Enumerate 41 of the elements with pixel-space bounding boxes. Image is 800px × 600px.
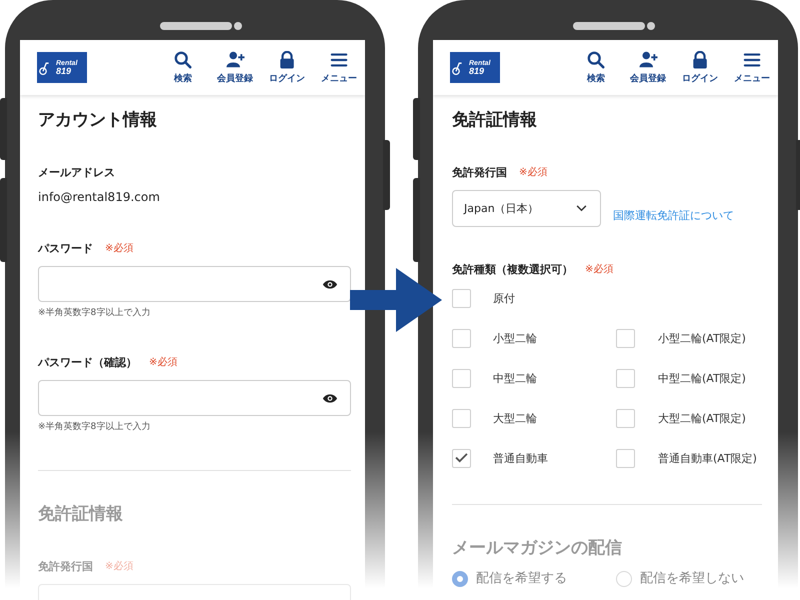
required-mark: ※必須: [519, 166, 548, 180]
field-label: メールアドレス: [38, 165, 115, 181]
nav-login-button[interactable]: ログイン: [261, 50, 313, 84]
field-label: 免許種類（複数選択可）: [452, 262, 573, 278]
nav-search-button[interactable]: 検索: [157, 50, 209, 84]
checkbox-label: 普通自動車(AT限定): [658, 450, 757, 466]
section-title: 免許証情報: [38, 503, 124, 526]
field-label: パスワード（確認）: [38, 355, 137, 371]
nav-login-button[interactable]: ログイン: [674, 50, 726, 84]
email-value: info@rental819.com: [38, 189, 161, 206]
checkbox-label: 大型二輪(AT限定): [658, 410, 746, 426]
nav-menu-button[interactable]: メニュー: [726, 50, 778, 84]
checkbox-label: 原付: [493, 290, 515, 306]
field-hint: ※半角英数字8字以上で入力: [38, 306, 152, 320]
checkbox-label: 普通自動車: [493, 450, 548, 466]
nav-menu-button[interactable]: メニュー: [313, 50, 365, 84]
checkbox-label: 中型二輪(AT限定): [658, 370, 746, 386]
required-mark: ※必須: [149, 356, 178, 370]
nav-register-button[interactable]: 会員登録: [209, 50, 261, 84]
field-label: 免許発行国: [452, 165, 507, 181]
section-title: 免許証情報: [452, 109, 538, 132]
checkbox-label: 大型二輪: [493, 410, 537, 426]
radio-label: 配信を希望しない: [640, 571, 744, 587]
required-mark: ※必須: [105, 242, 134, 256]
field-label: 免許発行国: [38, 559, 93, 575]
logo-text: 819: [56, 66, 72, 76]
checkbox-label: 小型二輪: [493, 330, 537, 346]
field-hint: ※半角英数字8字以上で入力: [38, 420, 152, 434]
checkbox-label: 中型二輪: [493, 370, 537, 386]
radio-label: 配信を希望する: [476, 571, 567, 587]
country-select[interactable]: Japan（日本）: [452, 190, 601, 227]
license-info-link[interactable]: 国際運転免許証について: [613, 208, 734, 223]
logo-text: 819: [469, 66, 486, 76]
nav-search-button[interactable]: 検索: [570, 50, 622, 84]
section-title: メールマガジンの配信: [452, 537, 623, 560]
checkbox-label: 小型二輪(AT限定): [658, 330, 746, 346]
required-mark: ※必須: [585, 262, 614, 277]
nav-register-button[interactable]: 会員登録: [622, 50, 674, 84]
section-title: アカウント情報: [38, 109, 158, 132]
field-label: パスワード: [38, 241, 93, 257]
required-mark: ※必須: [105, 560, 134, 574]
